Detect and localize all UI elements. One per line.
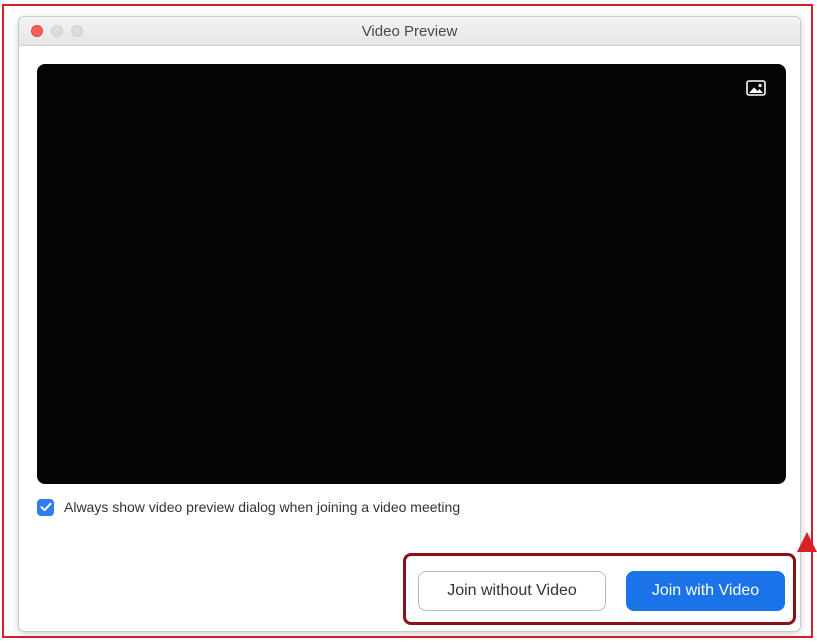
video-preview-window: Video Preview Always show video preview … (18, 16, 801, 632)
always-show-preview-checkbox[interactable] (37, 498, 54, 516)
checkmark-icon (40, 502, 51, 512)
always-show-preview-option[interactable]: Always show video preview dialog when jo… (37, 497, 460, 517)
image-icon[interactable] (746, 80, 766, 96)
window-title: Video Preview (361, 23, 458, 40)
annotation-arrow-icon (797, 532, 817, 552)
video-preview-area (37, 64, 786, 484)
join-with-video-button[interactable]: Join with Video (626, 571, 785, 611)
join-without-video-button[interactable]: Join without Video (418, 571, 606, 611)
titlebar: Video Preview (19, 17, 800, 46)
always-show-preview-label: Always show video preview dialog when jo… (64, 499, 461, 515)
